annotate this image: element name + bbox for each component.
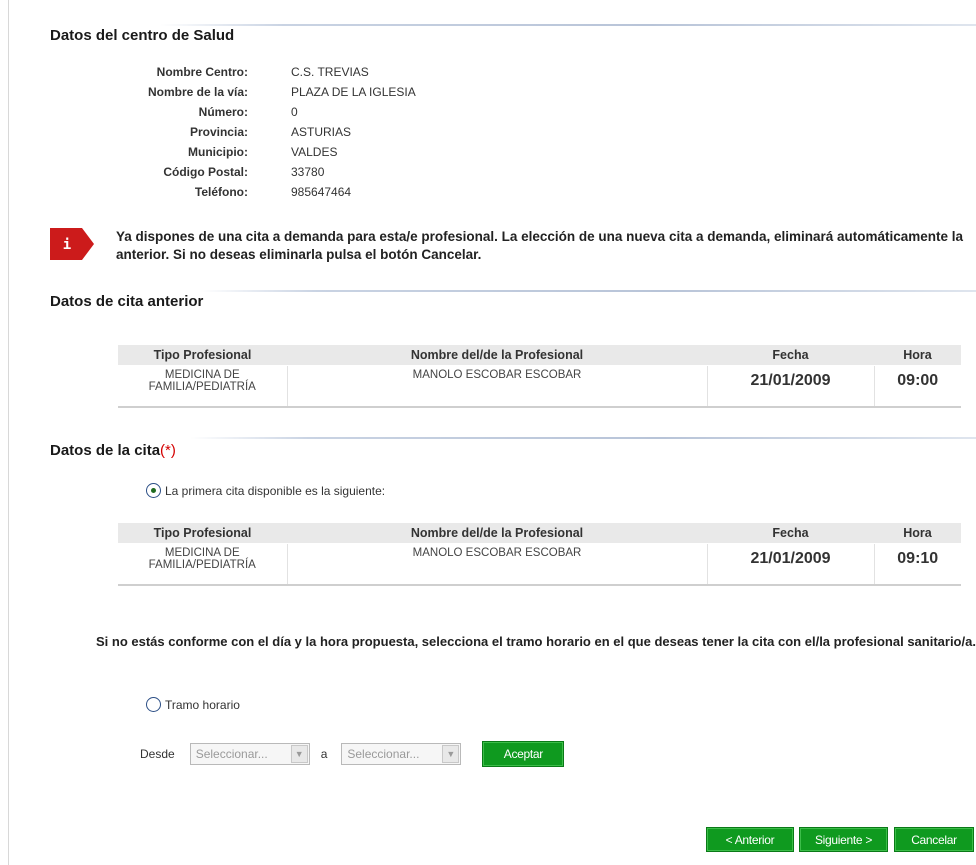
column-header: Hora (874, 345, 961, 366)
detail-value: PLAZA DE LA IGLESIA (291, 85, 416, 99)
anterior-button[interactable]: < Anterior (706, 827, 794, 852)
detail-row-municipio: Municipio: VALDES (100, 142, 416, 162)
select-value: Seleccionar... (195, 747, 268, 761)
radio-primera-cita[interactable]: La primera cita disponible es la siguien… (146, 483, 385, 498)
desde-select[interactable]: Seleccionar... ▼ (189, 743, 310, 765)
info-message: Ya dispones de una cita a demanda para e… (116, 229, 964, 262)
cell-nombre: MANOLO ESCOBAR ESCOBAR (287, 365, 708, 407)
aceptar-button[interactable]: Aceptar (482, 741, 565, 767)
centro-details: Nombre Centro: C.S. TREVIAS Nombre de la … (100, 62, 416, 202)
detail-value: VALDES (291, 145, 338, 159)
desde-label: Desde (140, 747, 175, 761)
detail-row-nombre-centro: Nombre Centro: C.S. TREVIAS (100, 62, 416, 82)
section-divider (190, 437, 976, 439)
hasta-select[interactable]: Seleccionar... ▼ (341, 743, 462, 765)
required-mark: (*) (160, 442, 176, 459)
tramo-selector-row: Desde Seleccionar... ▼ a Seleccionar... … (140, 741, 565, 767)
radio-button-selected[interactable] (146, 483, 161, 498)
column-header: Tipo Profesional (118, 345, 287, 366)
chevron-down-icon[interactable]: ▼ (290, 745, 308, 763)
cita-table: Tipo Profesional Nombre del/de la Profes… (118, 523, 961, 586)
detail-row-via: Nombre de la vía: PLAZA DE LA IGLESIA (100, 82, 416, 102)
cell-fecha: 21/01/2009 (707, 365, 875, 407)
detail-label: Municipio: (188, 145, 248, 159)
detail-row-codigo-postal: Código Postal: 33780 (100, 162, 416, 182)
section-divider (160, 24, 976, 26)
column-header: Nombre del/de la Profesional (287, 345, 707, 366)
table-row: MEDICINA DE FAMILIA/PEDIATRÍA MANOLO ESC… (118, 543, 961, 585)
info-icon: i (50, 228, 94, 260)
cell-tipo: MEDICINA DE FAMILIA/PEDIATRÍA (118, 365, 288, 407)
table-row: MEDICINA DE FAMILIA/PEDIATRÍA MANOLO ESC… (118, 365, 961, 407)
detail-label: Nombre Centro: (156, 65, 248, 79)
detail-label: Provincia: (189, 125, 248, 139)
detail-label: Nombre de la vía: (147, 85, 248, 99)
cell-tipo: MEDICINA DE FAMILIA/PEDIATRÍA (118, 543, 288, 585)
column-header: Fecha (707, 345, 874, 366)
detail-row-telefono: Teléfono: 985647464 (100, 182, 416, 202)
column-header: Hora (874, 523, 961, 544)
cell-fecha: 21/01/2009 (707, 543, 875, 585)
detail-value: 33780 (291, 165, 325, 179)
cell-hora: 09:10 (897, 550, 939, 567)
cell-nombre: MANOLO ESCOBAR ESCOBAR (287, 543, 708, 585)
detail-value: 985647464 (291, 185, 352, 199)
detail-value: C.S. TREVIAS (291, 65, 369, 79)
radio-label: La primera cita disponible es la siguien… (165, 483, 386, 498)
radio-tramo-horario[interactable]: Tramo horario (146, 697, 240, 712)
detail-row-numero: Número: 0 (100, 102, 416, 122)
section-title-text: Datos de la cita (50, 442, 161, 459)
detail-label: Código Postal: (163, 165, 248, 179)
detail-label: Número: (198, 105, 248, 119)
info-icon-glyph: i (63, 237, 71, 253)
radio-label: Tramo horario (165, 697, 240, 712)
detail-row-provincia: Provincia: ASTURIAS (100, 122, 416, 142)
detail-label: Teléfono: (194, 185, 248, 199)
cell-hora: 09:00 (897, 372, 939, 389)
siguiente-button[interactable]: Siguiente > (799, 827, 888, 852)
detail-value: 0 (291, 105, 298, 119)
radio-button[interactable] (146, 697, 161, 712)
column-header: Tipo Profesional (118, 523, 287, 544)
section-divider (200, 290, 976, 292)
column-header: Nombre del/de la Profesional (287, 523, 707, 544)
section-title-centro: Datos del centro de Salud (50, 27, 235, 44)
a-label: a (320, 747, 328, 761)
column-header: Fecha (707, 523, 874, 544)
section-title-cita-anterior: Datos de cita anterior (50, 293, 204, 310)
select-value: Seleccionar... (347, 747, 420, 761)
chevron-down-icon[interactable]: ▼ (442, 745, 460, 763)
conforme-text: Si no estás conforme con el día y la hor… (96, 634, 976, 649)
left-border (8, 0, 9, 865)
cancelar-button[interactable]: Cancelar (894, 827, 974, 852)
cita-anterior-table: Tipo Profesional Nombre del/de la Profes… (118, 345, 961, 408)
section-title-cita: Datos de la cita(*) (50, 442, 176, 459)
detail-value: ASTURIAS (291, 125, 352, 139)
